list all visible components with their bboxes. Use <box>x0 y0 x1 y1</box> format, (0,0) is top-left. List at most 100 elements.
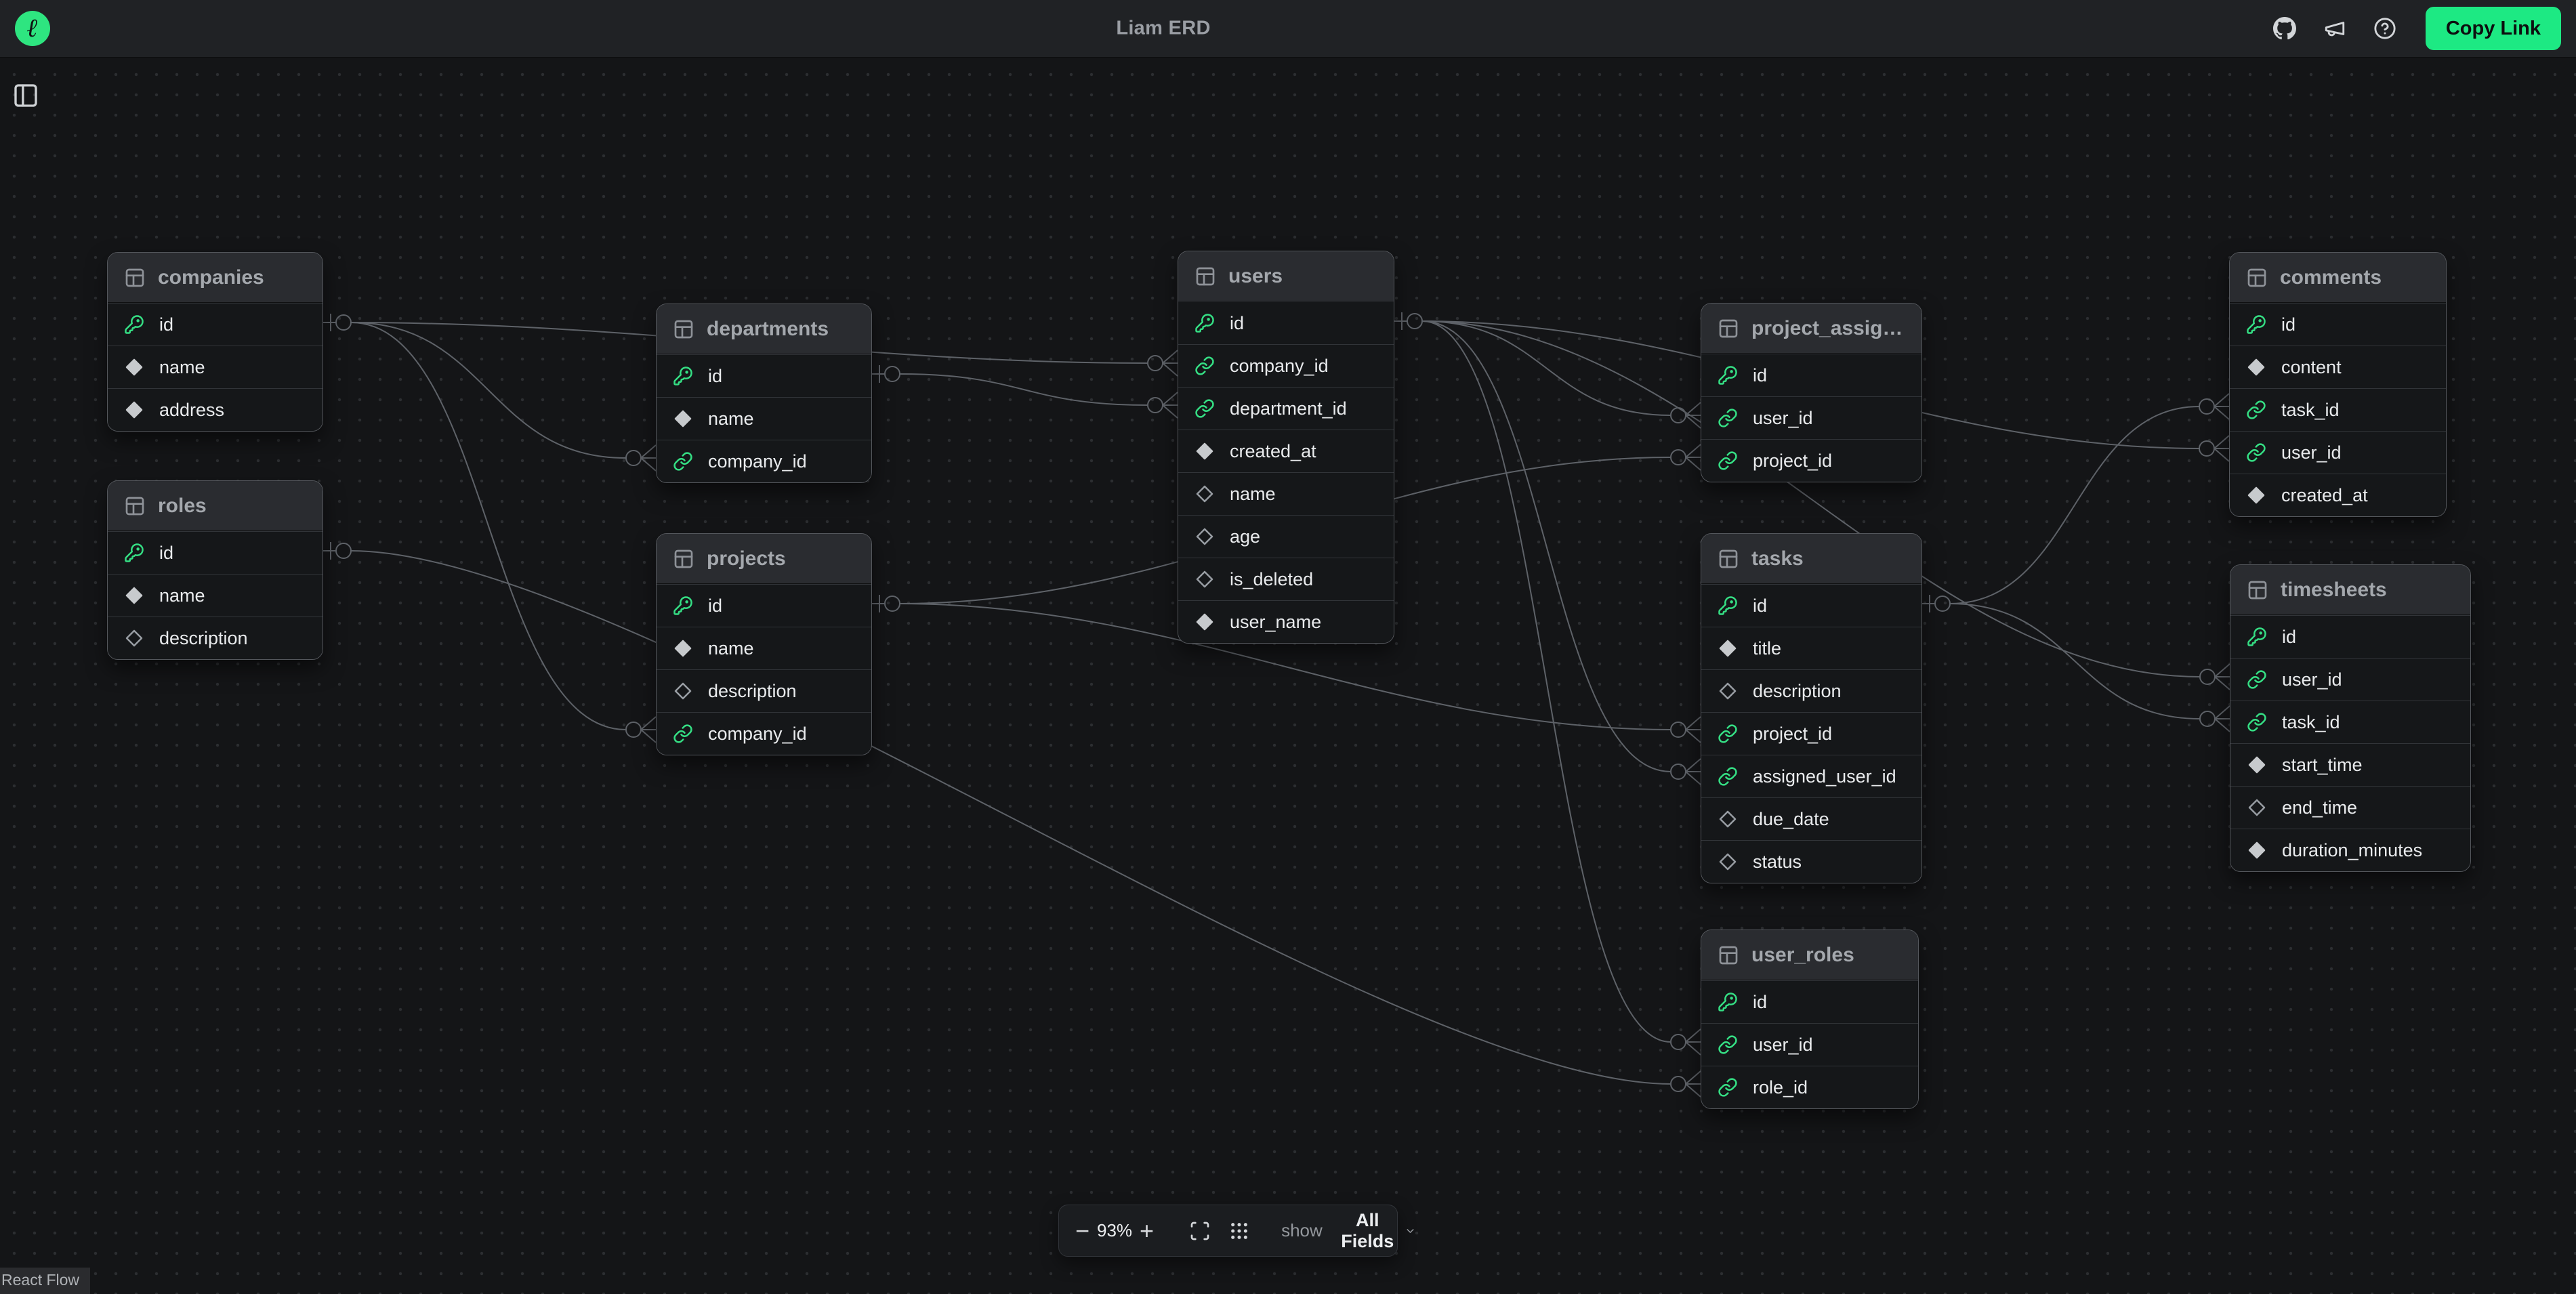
field-row-companies-id[interactable]: id <box>108 303 323 346</box>
field-row-users-id[interactable]: id <box>1178 301 1394 344</box>
field-row-roles-id[interactable]: id <box>108 531 323 574</box>
table-icon <box>2246 267 2268 289</box>
field-row-users-company_id[interactable]: company_id <box>1178 344 1394 387</box>
release-notes-button[interactable] <box>2321 15 2348 42</box>
field-row-user_roles-role_id[interactable]: role_id <box>1701 1066 1918 1108</box>
table-node-comments[interactable]: commentsidcontenttask_iduser_idcreated_a… <box>2229 252 2447 517</box>
field-row-tasks-assigned_user_id[interactable]: assigned_user_id <box>1701 755 1921 797</box>
field-row-tasks-due_date[interactable]: due_date <box>1701 797 1921 840</box>
field-row-roles-description[interactable]: description <box>108 617 323 659</box>
field-row-users-name[interactable]: name <box>1178 472 1394 515</box>
field-row-timesheets-id[interactable]: id <box>2230 615 2470 658</box>
relationship-edge-users-to-project_assignments-user_id[interactable] <box>1394 312 1701 428</box>
react-flow-attribution[interactable]: React Flow <box>0 1268 90 1294</box>
relationship-path <box>1950 604 2230 732</box>
show-fields-select[interactable]: All Fields <box>1335 1209 1420 1253</box>
table-node-companies[interactable]: companiesidnameaddress <box>107 252 323 432</box>
field-row-users-department_id[interactable]: department_id <box>1178 387 1394 430</box>
fit-view-button[interactable] <box>1189 1220 1211 1242</box>
field-row-tasks-project_id[interactable]: project_id <box>1701 712 1921 755</box>
field-row-user_roles-id[interactable]: id <box>1701 980 1918 1023</box>
help-button[interactable] <box>2371 15 2398 42</box>
table-header-departments[interactable]: departments <box>657 304 871 354</box>
field-row-comments-user_id[interactable]: user_id <box>2230 431 2446 474</box>
table-header-tasks[interactable]: tasks <box>1701 534 1921 584</box>
field-row-roles-name[interactable]: name <box>108 574 323 617</box>
zoom-out-button[interactable]: − <box>1075 1215 1089 1247</box>
field-row-timesheets-user_id[interactable]: user_id <box>2230 658 2470 701</box>
table-node-projects[interactable]: projectsidname description company_id <box>656 533 872 755</box>
table-node-roles[interactable]: roles id namedescription <box>107 480 323 660</box>
table-node-tasks[interactable]: tasksidtitledescriptionproject_idassigne… <box>1701 533 1922 883</box>
table-header-project_assignments[interactable]: project_assignments <box>1701 304 1921 354</box>
sidebar-toggle-button[interactable] <box>11 82 41 109</box>
tidy-up-button[interactable] <box>1228 1220 1250 1242</box>
table-header-comments[interactable]: comments <box>2230 253 2446 303</box>
copy-link-button[interactable]: Copy Link <box>2426 7 2561 50</box>
grid-dots-icon <box>1228 1220 1250 1242</box>
relationship-edge-companies-to-departments-company_id[interactable] <box>323 314 656 471</box>
field-row-tasks-status[interactable]: status <box>1701 840 1921 883</box>
table-node-departments[interactable]: departmentsidname company_id <box>656 304 872 483</box>
field-row-users-created_at[interactable]: created_at <box>1178 430 1394 472</box>
field-name: company_id <box>708 451 807 472</box>
table-node-user_roles[interactable]: user_rolesiduser_idrole_id <box>1701 930 1919 1109</box>
field-row-timesheets-duration_minutes[interactable]: duration_minutes <box>2230 829 2470 871</box>
field-row-project_assignments-project_id[interactable]: project_id <box>1701 439 1921 482</box>
table-name: roles <box>158 495 306 518</box>
field-row-comments-created_at[interactable]: created_at <box>2230 474 2446 516</box>
field-row-timesheets-end_time[interactable]: end_time <box>2230 786 2470 829</box>
field-row-companies-address[interactable]: address <box>108 388 323 431</box>
relationship-edge-users-to-tasks-assigned_user_id[interactable] <box>1422 321 1701 785</box>
field-row-comments-task_id[interactable]: task_id <box>2230 388 2446 431</box>
relationship-edge-roles-to-user_roles-role_id[interactable] <box>323 542 1701 1097</box>
field-name: description <box>708 681 797 702</box>
field-row-projects-id[interactable]: id <box>657 584 871 627</box>
field-row-departments-name[interactable]: name <box>657 397 871 440</box>
field-row-project_assignments-id[interactable]: id <box>1701 354 1921 396</box>
field-row-tasks-id[interactable]: id <box>1701 584 1921 627</box>
relationship-edge-users-to-user_roles-user_id[interactable] <box>1422 321 1701 1055</box>
field-row-departments-id[interactable]: id <box>657 354 871 397</box>
field-row-user_roles-user_id[interactable]: user_id <box>1701 1023 1918 1066</box>
app-title: Liam ERD <box>1116 18 1210 40</box>
field-row-tasks-description[interactable]: description <box>1701 669 1921 712</box>
relationship-edge-tasks-to-comments-task_id[interactable] <box>1922 394 2229 612</box>
table-node-project_assignments[interactable]: project_assignmentsiduser_idproject_id <box>1701 303 1922 482</box>
table-header-roles[interactable]: roles <box>108 481 323 531</box>
relationship-edge-companies-to-projects-company_id[interactable] <box>351 322 656 743</box>
relationship-edge-tasks-to-timesheets-task_id[interactable] <box>1950 604 2230 732</box>
liam-logo[interactable]: ℓ <box>15 11 50 46</box>
field-row-departments-company_id[interactable]: company_id <box>657 440 871 482</box>
erd-canvas[interactable]: companiesidnameaddressrolesidnamedescrip… <box>0 58 2576 1294</box>
table-node-timesheets[interactable]: timesheetsiduser_idtask_idstart_timeend_… <box>2230 564 2471 872</box>
table-header-companies[interactable]: companies <box>108 253 323 303</box>
field-row-timesheets-task_id[interactable]: task_id <box>2230 701 2470 743</box>
field-row-projects-description[interactable]: description <box>657 669 871 712</box>
field-row-timesheets-start_time[interactable]: start_time <box>2230 743 2470 786</box>
github-button[interactable] <box>2271 15 2298 42</box>
field-row-tasks-title[interactable]: title <box>1701 627 1921 669</box>
field-row-projects-company_id[interactable]: company_id <box>657 712 871 755</box>
field-row-project_assignments-user_id[interactable]: user_id <box>1701 396 1921 439</box>
field-name: company_id <box>708 724 807 745</box>
table-header-users[interactable]: users <box>1178 251 1394 301</box>
field-name: id <box>159 543 173 564</box>
table-header-projects[interactable]: projects <box>657 534 871 584</box>
field-row-projects-name[interactable]: name <box>657 627 871 669</box>
relationship-path <box>1394 312 1701 428</box>
table-header-user_roles[interactable]: user_roles <box>1701 930 1918 980</box>
diamond-outline-icon <box>124 628 144 648</box>
field-row-users-is_deleted[interactable]: is_deleted <box>1178 558 1394 600</box>
table-node-users[interactable]: usersidcompany_iddepartment_idcreated_at… <box>1178 251 1394 644</box>
field-row-comments-content[interactable]: content <box>2230 346 2446 388</box>
help-circle-icon <box>2373 17 2396 40</box>
field-row-companies-name[interactable]: name <box>108 346 323 388</box>
field-row-comments-id[interactable]: id <box>2230 303 2446 346</box>
zoom-in-button[interactable]: + <box>1140 1215 1154 1247</box>
diamond-outline-icon <box>673 681 693 701</box>
field-row-users-user_name[interactable]: user_name <box>1178 600 1394 643</box>
field-row-users-age[interactable]: age <box>1178 515 1394 558</box>
relationship-edge-departments-to-users-department_id[interactable] <box>872 365 1178 418</box>
table-header-timesheets[interactable]: timesheets <box>2230 565 2470 615</box>
